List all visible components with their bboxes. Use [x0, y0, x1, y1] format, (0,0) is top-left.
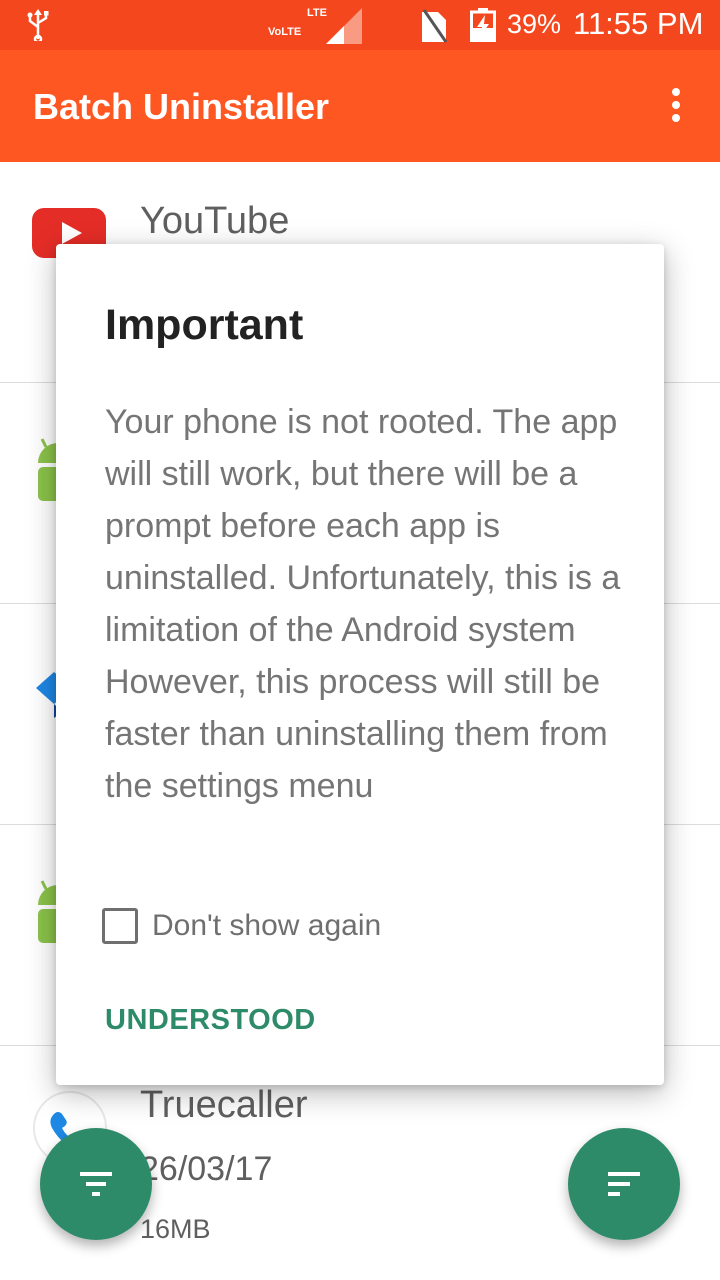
lte-label: LTE: [307, 7, 327, 19]
app-title: Batch Uninstaller: [33, 86, 330, 127]
volte-label: VoLTE: [268, 26, 302, 38]
filter-icon: [80, 1172, 112, 1196]
checkbox-icon[interactable]: [102, 908, 138, 944]
sort-button[interactable]: [568, 1128, 680, 1240]
status-bar: VoLTE LTE 39% 11:55 PM: [0, 0, 720, 50]
battery-percent: 39%: [507, 9, 562, 39]
filter-button[interactable]: [40, 1128, 152, 1240]
more-vert-icon[interactable]: [660, 84, 692, 124]
dialog-message: Your phone is not rooted. The app will s…: [105, 403, 621, 805]
sort-icon: [608, 1172, 640, 1196]
important-dialog: Important Your phone is not rooted. The …: [56, 244, 664, 1085]
app-bar: Batch Uninstaller: [0, 50, 720, 162]
checkbox-label[interactable]: Don't show again: [152, 909, 381, 943]
no-sim-icon: [422, 9, 448, 43]
signal-icon: [326, 8, 362, 44]
clock: 11:55 PM: [573, 6, 704, 41]
battery-charging-icon: [470, 8, 496, 42]
understood-button[interactable]: UNDERSTOOD: [105, 1004, 316, 1037]
dont-show-again-checkbox[interactable]: Don't show again: [102, 904, 381, 948]
usb-icon: [27, 9, 49, 41]
dialog-title: Important: [105, 301, 304, 349]
